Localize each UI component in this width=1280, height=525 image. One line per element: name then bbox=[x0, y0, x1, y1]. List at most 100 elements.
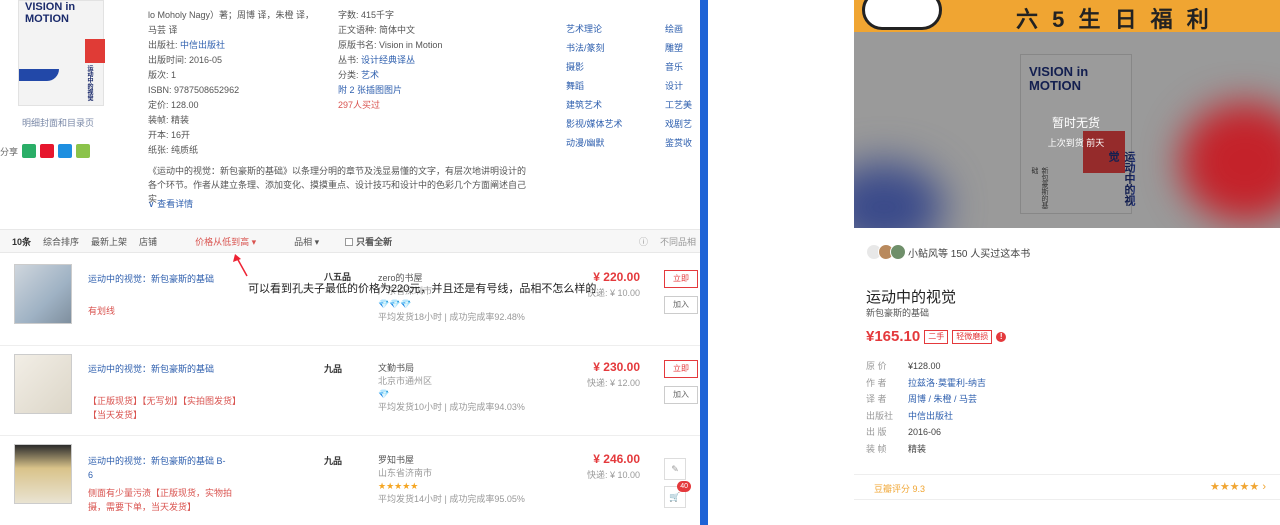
weibo-icon[interactable] bbox=[40, 144, 55, 158]
price-row: ¥165.10 二手 轻微磨损 ! bbox=[866, 328, 1007, 345]
info-icon[interactable]: ! bbox=[996, 331, 1007, 342]
listing-row[interactable]: 运动中的视觉：新包豪斯的基础 【正版现货】【无写划】【实拍图发货】【当天发货】 … bbox=[0, 348, 700, 436]
sale-price: ¥165.10 bbox=[866, 328, 921, 345]
category-link[interactable]: 设计 bbox=[665, 77, 692, 96]
book-hero: VISION in MOTION 运动中的视觉 新包豪斯的基础 暂时无货 上次到货… bbox=[854, 32, 1280, 228]
sort-price-asc[interactable]: 价格从低到高 ▾ bbox=[183, 235, 256, 248]
buyers-text: 小鲇风等 150 人买过这本书 bbox=[908, 248, 1031, 260]
qzone-icon[interactable] bbox=[76, 144, 91, 158]
listing-title[interactable]: 运动中的视觉：新包豪斯的基础 bbox=[88, 362, 228, 376]
meta-row: 装 帧精装 bbox=[866, 443, 927, 454]
score-stars: ★★★★★ › bbox=[1209, 481, 1266, 493]
listing-thumbnail[interactable] bbox=[14, 264, 72, 324]
listing-title[interactable]: 运动中的视觉：新包豪斯的基础 B-6 bbox=[88, 454, 228, 482]
listing-thumbnail[interactable] bbox=[14, 354, 72, 414]
qq-icon[interactable] bbox=[58, 144, 73, 158]
shop-name[interactable]: 罗知书屋 bbox=[378, 454, 525, 467]
add-cart-button[interactable]: 加入 bbox=[664, 296, 698, 314]
shop-rate: 平均发货10小时 | 成功完成率94.03% bbox=[378, 402, 525, 412]
category-link[interactable]: 动漫/幽默 bbox=[566, 134, 623, 153]
decor-red-blob bbox=[1180, 102, 1280, 222]
meta-row: 出版社 中信出版社 bbox=[866, 410, 954, 421]
banner-title: 六 5 生 日 福 利 bbox=[1016, 7, 1213, 32]
category-link[interactable]: 工艺美 bbox=[665, 96, 692, 115]
listing-shop: 文勤书局 北京市通州区 💎 平均发货10小时 | 成功完成率94.03% bbox=[378, 362, 525, 414]
category-link[interactable]: 影视/媒体艺术 bbox=[566, 115, 623, 134]
buy-now-button[interactable]: 立即 bbox=[664, 270, 698, 288]
used-badge: 二手 bbox=[924, 329, 949, 344]
promo-banner[interactable]: 六 5 生 日 福 利 bbox=[854, 0, 1280, 32]
category-link[interactable]: 建筑艺术 bbox=[566, 96, 623, 115]
listing-buttons: 立即 加入 bbox=[664, 270, 698, 322]
filter-new-only[interactable]: 只看全新 bbox=[345, 235, 392, 248]
listing-title[interactable]: 运动中的视觉：新包豪斯的基础 bbox=[88, 272, 228, 286]
category-link[interactable]: 音乐 bbox=[665, 58, 692, 77]
author-link[interactable]: 拉兹洛·莫霍利-纳吉 bbox=[908, 378, 986, 388]
edition: 版次: 1 bbox=[148, 70, 177, 80]
listing-price: ¥ 230.00 bbox=[593, 360, 640, 374]
publisher-row: 出版社: 中信出版社 bbox=[148, 40, 226, 50]
listing-tags: 侧面有少量污渍【正版现货，实物拍摄，需要下单，当天发货】 bbox=[88, 488, 233, 512]
book-meta: 原 价 ¥128.00 作 者拉兹洛·莫霍利-纳吉 译 者周博 / 朱橙 / 马芸… bbox=[866, 358, 986, 457]
douban-score-row[interactable]: 豆瓣评分 9.3 ★★★★★ › bbox=[854, 474, 1280, 500]
listing-row[interactable]: 运动中的视觉：新包豪斯的基础 有划线 八五品 zero的书屋 广东省深圳市 💎💎… bbox=[0, 258, 700, 346]
add-cart-button[interactable]: 加入 bbox=[664, 386, 698, 404]
window-divider[interactable] bbox=[700, 0, 708, 525]
category-link[interactable]: 摄影 bbox=[566, 58, 623, 77]
out-of-stock-overlay bbox=[1020, 54, 1132, 214]
category-row: 分类: 艺术 bbox=[338, 70, 380, 80]
category-link[interactable]: 绘画 bbox=[665, 20, 692, 39]
category-link[interactable]: 鉴赏收 bbox=[665, 134, 692, 153]
shop-rate: 平均发货18小时 | 成功完成率92.48% bbox=[378, 312, 525, 322]
list-price: 定价: 128.00 bbox=[148, 100, 199, 110]
listing-row[interactable]: 运动中的视觉：新包豪斯的基础 B-6 侧面有少量污渍【正版现货，实物拍摄，需要下… bbox=[0, 438, 700, 525]
series-link[interactable]: 设计经典译丛 bbox=[361, 55, 415, 65]
wechat-icon[interactable] bbox=[22, 144, 37, 158]
book-title: 运动中的视觉 bbox=[866, 289, 957, 306]
edit-icon[interactable]: ✎ bbox=[664, 458, 686, 480]
publisher-link[interactable]: 中信出版社 bbox=[180, 40, 225, 50]
sort-shop[interactable]: 店铺 bbox=[139, 235, 157, 248]
listing-thumbnail[interactable] bbox=[14, 444, 72, 504]
score-label: 豆瓣评分 9.3 bbox=[874, 484, 926, 494]
shop-location: 山东省济南市 bbox=[378, 468, 433, 478]
avatar bbox=[890, 244, 906, 260]
result-count: 10条 bbox=[12, 236, 32, 247]
shop-level: 💎💎💎 bbox=[378, 299, 412, 309]
listing-condition: 九品 bbox=[324, 364, 343, 374]
cart-icon[interactable]: 🛒 40 bbox=[664, 481, 691, 508]
blank-area bbox=[708, 0, 854, 525]
quality-hint[interactable]: ⓘ 不同品相 bbox=[639, 235, 696, 248]
sort-composite[interactable]: 综合排序 bbox=[43, 235, 79, 248]
category-link[interactable]: 书法/篆刻 bbox=[566, 39, 623, 58]
attachments-link[interactable]: 附 2 张插图图片 bbox=[338, 83, 442, 98]
paper: 纸张: 纯质纸 bbox=[148, 145, 199, 155]
category-link[interactable]: 舞蹈 bbox=[566, 77, 623, 96]
listing-price-block: ¥ 230.00 快递: ¥ 12.00 bbox=[560, 360, 640, 389]
listing-tags: 有划线 bbox=[88, 306, 116, 316]
cart-badge: 40 bbox=[677, 481, 691, 492]
listing-shop: 罗知书屋 山东省济南市 ★★★★★ 平均发货14小时 | 成功完成率95.05% bbox=[378, 454, 525, 506]
decor-blue-blob bbox=[854, 162, 944, 228]
desc-line: 各个环节。作者从建立条理、添加变化、摸摸重点、设计技巧和设计中的色彩几个方面阐述… bbox=[148, 180, 527, 204]
category-list-a: 艺术理论 书法/篆刻 摄影 舞蹈 建筑艺术 影视/媒体艺术 动漫/幽默 bbox=[566, 20, 623, 153]
publisher-link[interactable]: 中信出版社 bbox=[908, 411, 953, 421]
buy-now-button[interactable]: 立即 bbox=[664, 360, 698, 378]
checkbox-icon[interactable] bbox=[345, 238, 354, 247]
cover-title: VISION in MOTION bbox=[25, 1, 76, 25]
book-cover-image[interactable]: VISION in MOTION 运动中的视觉 bbox=[18, 0, 105, 106]
sort-newest[interactable]: 最新上架 bbox=[91, 235, 127, 248]
filter-quality[interactable]: 品相 ▾ bbox=[282, 235, 319, 248]
category-link[interactable]: 戏剧艺 bbox=[665, 115, 692, 134]
buyers-row[interactable]: 小鲇风等 150 人买过这本书 bbox=[866, 244, 1030, 260]
category-link[interactable]: 艺术理论 bbox=[566, 20, 623, 39]
listing-shipping: 快递: ¥ 10.00 bbox=[586, 470, 640, 480]
listing-tags: 【正版现货】【无写划】【实拍图发货】【当天发货】 bbox=[88, 396, 237, 420]
cover-toc-link[interactable]: 明细封面和目录页 bbox=[22, 116, 94, 129]
category-link[interactable]: 雕塑 bbox=[665, 39, 692, 58]
shop-name[interactable]: 文勤书局 bbox=[378, 362, 525, 375]
view-details-link[interactable]: ∨ 查看详情 bbox=[148, 197, 193, 210]
translator-link[interactable]: 周博 / 朱橙 / 马芸 bbox=[908, 394, 977, 404]
category-link[interactable]: 艺术 bbox=[361, 70, 379, 80]
listing-price: ¥ 246.00 bbox=[593, 452, 640, 466]
